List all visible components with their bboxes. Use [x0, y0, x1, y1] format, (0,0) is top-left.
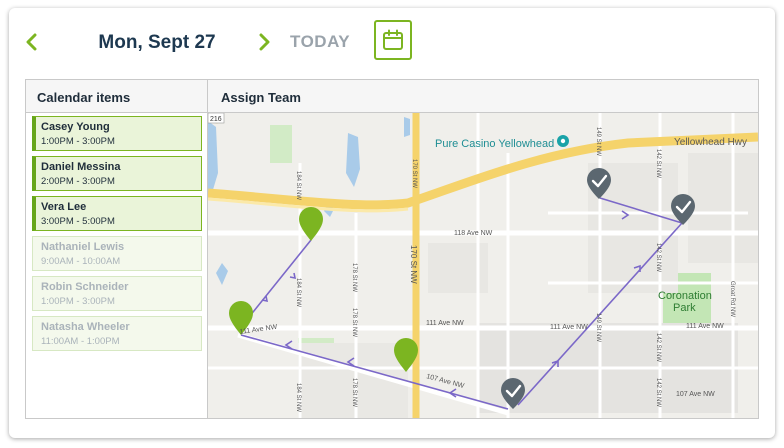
- street-label: 184 St NW: [295, 383, 301, 412]
- calendar-items-header: Calendar items: [26, 80, 207, 113]
- calendar-item-time: 1:00PM - 3:00PM: [41, 136, 115, 147]
- poi-label: Pure Casino Yellowhead: [435, 138, 554, 150]
- route-map[interactable]: Pure Casino Yellowhead Yellowhead Hwy Co…: [208, 113, 758, 418]
- assign-team-column: Assign Team Pure Casino Yellowhead Yello…: [208, 80, 758, 418]
- water: [404, 117, 410, 137]
- water: [208, 121, 218, 195]
- calendar-item-name: Casey Young: [41, 121, 110, 133]
- assign-team-header: Assign Team: [208, 80, 758, 113]
- calendar-item-name: Robin Schneider: [41, 281, 129, 293]
- street-label: 111 Ave NW: [550, 324, 588, 331]
- calendar-picker-button[interactable]: [374, 20, 412, 60]
- calendar-item[interactable]: Vera Lee 3:00PM - 5:00PM: [32, 196, 202, 231]
- highway-label: Yellowhead Hwy: [674, 137, 747, 148]
- street-label: 178 St NW: [351, 263, 357, 292]
- next-day-button[interactable]: [257, 30, 273, 54]
- calendar-item-time: 1:00PM - 3:00PM: [41, 296, 115, 307]
- date-toolbar: Mon, Sept 27 TODAY: [9, 8, 775, 78]
- calendar-item-name: Vera Lee: [41, 201, 87, 213]
- calendar-item[interactable]: Daniel Messina 2:00PM - 3:00PM: [32, 156, 202, 191]
- street-label: 142 St NW: [655, 243, 661, 272]
- calendar-item[interactable]: Casey Young 1:00PM - 3:00PM: [32, 116, 202, 151]
- casino-poi-icon: [557, 135, 569, 147]
- route-shield-label: 216: [210, 116, 222, 123]
- park-label: Coronation: [658, 290, 712, 302]
- schedule-panel: Calendar items Casey Young 1:00PM - 3:00…: [25, 79, 759, 419]
- street-label: 149 St NW: [595, 127, 601, 156]
- scheduler-card: Mon, Sept 27 TODAY Calendar items Casey …: [9, 8, 775, 438]
- map-canvas: Pure Casino Yellowhead Yellowhead Hwy Co…: [208, 113, 758, 418]
- chevron-left-icon: [26, 33, 37, 51]
- today-button[interactable]: TODAY: [290, 32, 350, 52]
- calendar-items-column: Calendar items Casey Young 1:00PM - 3:00…: [26, 80, 208, 418]
- park-area: [270, 125, 292, 163]
- map-pin-icon[interactable]: [299, 207, 323, 241]
- calendar-icon: [383, 29, 403, 50]
- street-label: 111 Ave NW: [426, 320, 464, 327]
- street-label: 178 St NW: [351, 378, 357, 407]
- block: [688, 153, 758, 263]
- street-label: 142 St NW: [655, 149, 661, 178]
- calendar-item-time: 3:00PM - 5:00PM: [41, 216, 115, 227]
- street-label: 170 St NW: [409, 245, 418, 284]
- calendar-items-list: Casey Young 1:00PM - 3:00PM Daniel Messi…: [26, 113, 207, 351]
- street-label: 184 St NW: [295, 278, 301, 307]
- calendar-item-time: 9:00AM - 10:00AM: [41, 256, 121, 267]
- water: [216, 263, 228, 285]
- calendar-item[interactable]: Robin Schneider 1:00PM - 3:00PM: [32, 276, 202, 311]
- calendar-item-time: 11:00AM - 1:00PM: [41, 336, 120, 347]
- street-label: 178 St NW: [351, 308, 357, 337]
- current-date: Mon, Sept 27: [98, 32, 216, 53]
- street-label: 118 Ave NW: [454, 230, 493, 237]
- water: [346, 133, 360, 187]
- calendar-item-time: 2:00PM - 3:00PM: [41, 176, 115, 187]
- street-label: 142 St NW: [655, 333, 661, 362]
- calendar-item[interactable]: Nathaniel Lewis 9:00AM - 10:00AM: [32, 236, 202, 271]
- calendar-item-name: Natasha Wheeler: [41, 321, 130, 333]
- street-label: 142 St NW: [655, 378, 661, 407]
- park-label: Park: [673, 302, 696, 314]
- street-label: 107 Ave NW: [676, 391, 715, 398]
- street-label: 170 St NW: [411, 159, 417, 188]
- prev-day-button[interactable]: [23, 30, 39, 54]
- calendar-item-name: Nathaniel Lewis: [41, 241, 125, 253]
- street-label: Groat Rd NW: [729, 281, 735, 317]
- street-label: 184 St NW: [295, 171, 301, 200]
- calendar-item-name: Daniel Messina: [41, 161, 121, 173]
- chevron-right-icon: [259, 33, 270, 51]
- calendar-item[interactable]: Natasha Wheeler 11:00AM - 1:00PM: [32, 316, 202, 351]
- street-label: 111 Ave NW: [686, 323, 724, 330]
- street-label: 149 St NW: [595, 313, 601, 342]
